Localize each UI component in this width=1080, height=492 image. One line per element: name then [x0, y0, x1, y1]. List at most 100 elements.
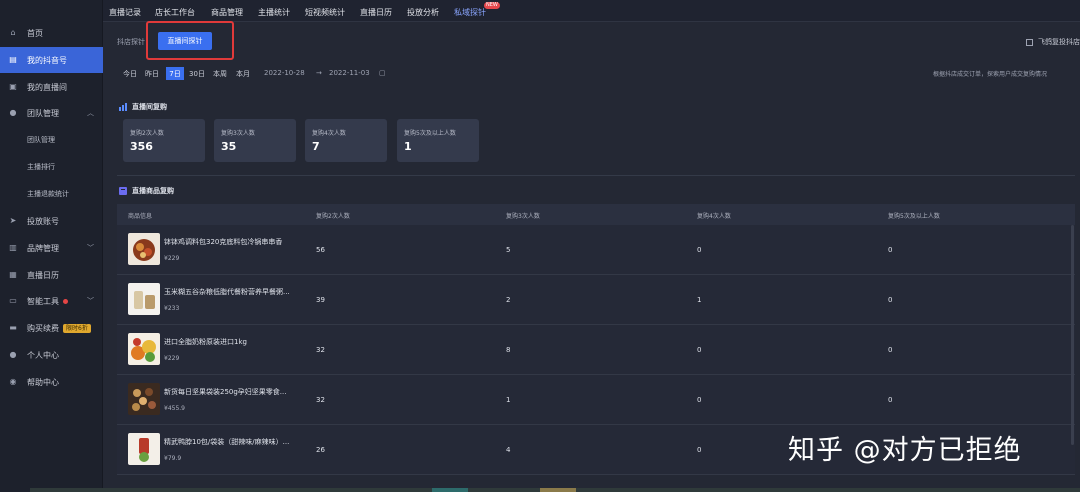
product-name[interactable]: 精武鸭脖10包/袋装（甜辣味/麻辣味）... [164, 437, 289, 447]
product-price: ¥229 [164, 255, 180, 262]
sidebar-subitem-anchor-refund[interactable]: 主播退款统计 [0, 181, 103, 207]
cell-repurchase-4: 1 [697, 296, 702, 304]
section-title-text: 直播间复购 [132, 103, 167, 111]
date-hint-text: 根据抖店成交订单，探索用户成交复购情况 [932, 71, 1047, 78]
cell-repurchase-4: 0 [697, 346, 702, 354]
sidebar-item-label: 帮助中心 [27, 377, 59, 387]
product-name[interactable]: 进口全脂奶粉原装进口1kg [164, 337, 247, 347]
table-row[interactable]: 新货每日坚果袋装250g孕妇坚果零食... ¥455.9 32 1 0 0 [117, 375, 1075, 425]
cell-repurchase-2: 32 [316, 396, 325, 404]
sidebar-item-purchase[interactable]: ▬ 购买续费 限时6折 [0, 315, 103, 341]
date-range-arrow: → [316, 69, 322, 77]
cell-repurchase-5plus: 0 [888, 346, 893, 354]
sidebar-item-ad-account[interactable]: ➤ 投放账号 [0, 208, 103, 234]
sidebar-item-label: 我的抖音号 [27, 55, 67, 65]
sidebar-item-live-room[interactable]: ▣ 我的直播间 [0, 74, 103, 100]
bottom-strip [30, 488, 1080, 492]
date-btn-this-week[interactable]: 本周 [211, 67, 229, 80]
date-btn-today[interactable]: 今日 [122, 67, 138, 80]
nav-short-video-stats[interactable]: 短视频统计 [305, 7, 345, 18]
cell-repurchase-3: 4 [506, 446, 511, 454]
sidebar-item-label: 品牌管理 [27, 243, 59, 253]
product-thumbnail [128, 333, 160, 365]
sidebar-item-label: 我的直播间 [27, 82, 67, 92]
nav-product-manage[interactable]: 商品管理 [211, 7, 243, 18]
nav-manager-workbench[interactable]: 店长工作台 [155, 7, 195, 18]
column-header: 复购2次人数 [316, 213, 350, 220]
table-scrollbar[interactable] [1071, 225, 1074, 445]
sidebar-item-brand[interactable]: ▥ 品牌管理 ﹀ [0, 235, 103, 261]
feige-option[interactable]: 飞鸽复投抖店 [1026, 37, 1080, 47]
user-icon: ● [9, 350, 17, 359]
stat-card: 复购4次人数 7 [305, 119, 387, 162]
sidebar: ⌂ 首页 ▤ 我的抖音号 ▣ 我的直播间 ● 团队管理 ︿ 团队管理 主播排行 主播退款统… [0, 0, 103, 492]
cell-repurchase-3: 1 [506, 396, 511, 404]
cell-repurchase-2: 32 [316, 346, 325, 354]
team-icon: ● [9, 108, 17, 117]
sidebar-item-label: 智能工具 [27, 296, 59, 306]
notification-dot [63, 298, 68, 304]
product-name[interactable]: 新货每日坚果袋装250g孕妇坚果零食... [164, 387, 286, 397]
new-badge: NEW [484, 2, 500, 9]
sidebar-item-calendar[interactable]: ▦ 直播日历 [0, 262, 103, 288]
column-header: 商品信息 [128, 213, 153, 220]
sub-tabs: 抖店探针 直播间探针 飞鸽复投抖店 [103, 22, 1080, 58]
table-row[interactable]: 钵钵鸡调料包320克底料包冷锅串串香 ¥229 56 5 0 0 [117, 225, 1075, 275]
cell-repurchase-3: 5 [506, 246, 511, 254]
product-price: ¥79.9 [164, 455, 182, 462]
date-end-input[interactable]: 2022-11-03 [329, 69, 370, 77]
top-nav: 直播记录 店长工作台 商品管理 主播统计 短视频统计 直播日历 投放分析 私域探… [103, 0, 1080, 22]
sidebar-item-profile[interactable]: ● 个人中心 [0, 342, 103, 368]
date-btn-this-month[interactable]: 本月 [234, 67, 252, 80]
calendar-icon[interactable]: ▢ [379, 69, 386, 77]
sidebar-item-home[interactable]: ⌂ 首页 [0, 20, 103, 46]
table-row[interactable]: 玉米糊五谷杂粮低脂代餐粉营养早餐粥... ¥233 39 2 1 0 [117, 275, 1075, 325]
product-thumbnail [128, 433, 160, 465]
cell-repurchase-5plus: 0 [888, 396, 893, 404]
stat-card-label: 复购4次人数 [312, 130, 346, 137]
sidebar-item-label: 个人中心 [27, 350, 59, 360]
nav-live-records[interactable]: 直播记录 [109, 7, 141, 18]
nav-anchor-stats[interactable]: 主播统计 [258, 7, 290, 18]
nav-live-calendar[interactable]: 直播日历 [360, 7, 392, 18]
sidebar-item-my-douyin[interactable]: ▤ 我的抖音号 [0, 47, 103, 73]
date-btn-30d[interactable]: 30日 [187, 67, 207, 80]
product-thumbnail [128, 283, 160, 315]
cell-repurchase-5plus: 0 [888, 296, 893, 304]
sidebar-item-team[interactable]: ● 团队管理 ︿ [0, 100, 103, 126]
chevron-down-icon: ﹀ [87, 297, 94, 305]
purchase-icon: ▬ [9, 323, 17, 332]
checkbox-icon[interactable] [1026, 38, 1033, 46]
sidebar-item-help[interactable]: ◉ 帮助中心 [0, 369, 103, 395]
cell-repurchase-4: 0 [697, 246, 702, 254]
stat-card: 复购2次人数 356 [123, 119, 205, 162]
stat-card-label: 复购3次人数 [221, 130, 255, 137]
home-icon: ⌂ [10, 28, 16, 37]
chevron-up-icon: ︿ [87, 109, 94, 117]
date-start-input[interactable]: 2022-10-28 [264, 69, 305, 77]
column-header: 复购5次及以上人数 [888, 213, 940, 220]
cell-repurchase-2: 39 [316, 296, 325, 304]
column-header: 复购4次人数 [697, 213, 731, 220]
stat-card-value: 7 [312, 140, 320, 153]
sidebar-subitem-team-manage[interactable]: 团队管理 [0, 127, 103, 153]
product-name[interactable]: 玉米糊五谷杂粮低脂代餐粉营养早餐粥... [164, 287, 290, 297]
date-btn-yesterday[interactable]: 昨日 [144, 67, 160, 80]
table-row[interactable]: 进口全脂奶粉原装进口1kg ¥229 32 8 0 0 [117, 325, 1075, 375]
section-divider [117, 175, 1075, 176]
sidebar-item-tools[interactable]: ▭ 智能工具 ﹀ [0, 288, 103, 314]
product-price: ¥229 [164, 355, 180, 362]
product-name[interactable]: 钵钵鸡调料包320克底料包冷锅串串香 [164, 237, 282, 247]
sidebar-subitem-anchor-rank[interactable]: 主播排行 [0, 154, 103, 180]
product-thumbnail [128, 383, 160, 415]
sidebar-item-label: 团队管理 [27, 108, 59, 118]
tab-douyin-store-probe[interactable]: 抖店探针 [117, 37, 145, 47]
cell-repurchase-5plus: 0 [888, 246, 893, 254]
date-btn-7d[interactable]: 7日 [166, 67, 184, 80]
nav-private-probe[interactable]: 私域探针 [454, 7, 486, 18]
nav-ad-analysis[interactable]: 投放分析 [407, 7, 439, 18]
cell-repurchase-3: 2 [506, 296, 511, 304]
date-filter-bar: 今日 昨日 7日 30日 本周 本月 2022-10-28 → 2022-11-… [117, 64, 1075, 84]
cell-repurchase-3: 8 [506, 346, 511, 354]
calendar-icon: ▦ [9, 270, 17, 279]
